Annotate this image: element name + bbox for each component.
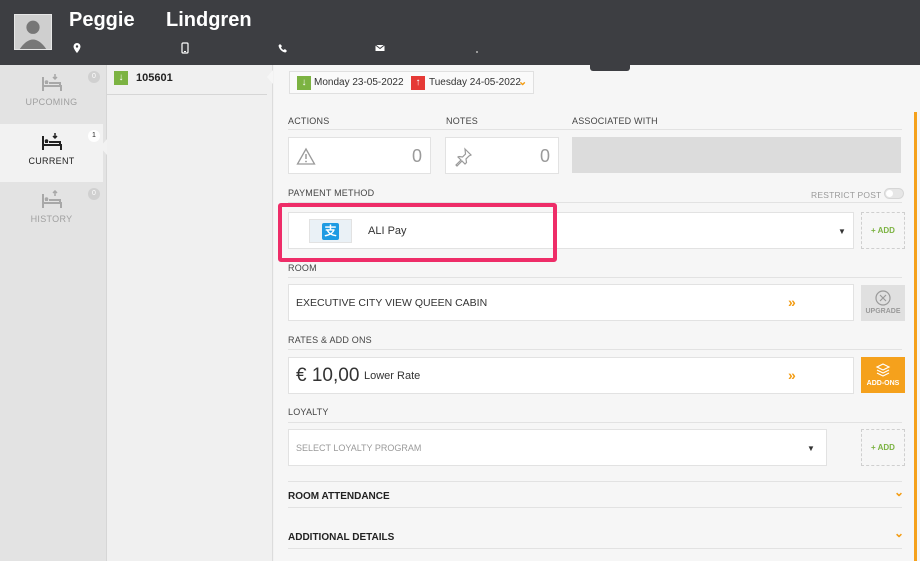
chevron-down-icon: ▼ — [807, 444, 815, 453]
reservation-active-pointer — [267, 70, 273, 84]
divider — [288, 422, 902, 423]
layers-icon — [875, 363, 891, 377]
divider — [288, 548, 902, 549]
rate-field[interactable]: € 10,00 Lower Rate » — [288, 357, 854, 394]
reservation-list: ↓ 105601 — [107, 65, 273, 561]
nav-history-label: HISTORY — [30, 214, 73, 224]
nav-current-count: 1 — [88, 130, 100, 142]
additional-details-section[interactable]: ADDITIONAL DETAILS — [288, 532, 394, 543]
pin-icon — [455, 147, 473, 167]
loyalty-label: LOYALTY — [288, 407, 329, 417]
divider — [288, 277, 902, 278]
loyalty-select[interactable]: SELECT LOYALTY PROGRAM ▼ — [288, 429, 827, 466]
actions-count: 0 — [411, 146, 422, 166]
additional-details-expand-icon[interactable]: ⌄ — [894, 526, 904, 540]
bed-history-icon — [42, 190, 62, 208]
warning-icon — [296, 147, 316, 165]
chevron-down-icon: ▼ — [838, 227, 846, 236]
arrival-arrow-icon: ↓ — [114, 71, 128, 85]
restrict-post-label: RESTRICT POST — [811, 190, 882, 200]
actions-label: ACTIONS — [288, 116, 330, 126]
notes-label: NOTES — [446, 116, 479, 126]
divider — [288, 481, 902, 482]
departure-date-icon: ↑ — [411, 76, 425, 90]
loyalty-placeholder: SELECT LOYALTY PROGRAM — [296, 443, 422, 453]
upgrade-button[interactable]: UPGRADE — [861, 285, 905, 321]
rate-name: Lower Rate — [364, 370, 421, 382]
header-dot — [476, 51, 478, 53]
nav-history-count: 0 — [88, 188, 100, 200]
avatar[interactable] — [14, 14, 52, 50]
payment-method-label: PAYMENT METHOD — [288, 188, 375, 198]
reservation-list-item[interactable]: ↓ 105601 — [107, 65, 267, 95]
nav-history[interactable]: HISTORY 0 — [0, 182, 103, 240]
reservation-number: 105601 — [136, 72, 173, 84]
room-attendance-expand-icon[interactable]: ⌄ — [894, 485, 904, 499]
notes-card[interactable]: 0 — [445, 137, 559, 174]
room-name: EXECUTIVE CITY VIEW QUEEN CABIN — [296, 297, 488, 309]
panel-handle[interactable] — [590, 65, 630, 71]
actions-card[interactable]: 0 — [288, 137, 431, 174]
arrival-date-icon: ↓ — [297, 76, 311, 90]
payment-highlight-box — [278, 203, 557, 262]
room-field[interactable]: EXECUTIVE CITY VIEW QUEEN CABIN » — [288, 284, 854, 321]
nav-upcoming-label: UPCOMING — [25, 97, 78, 107]
mobile-phone-icon — [181, 42, 189, 54]
rates-addons-label: RATES & ADD ONS — [288, 335, 372, 345]
cancel-circle-icon — [875, 290, 891, 306]
add-payment-button[interactable]: + ADD — [861, 212, 905, 249]
guest-first-name: Peggie — [69, 9, 135, 31]
notes-count: 0 — [539, 146, 550, 166]
reservation-details: ↓ Monday 23-05-2022 ↑ Tuesday 24-05-2022… — [274, 65, 920, 561]
departure-date: Tuesday 24-05-2022 — [429, 77, 521, 88]
upgrade-label: UPGRADE — [865, 308, 901, 315]
room-attendance-section[interactable]: ROOM ATTENDANCE — [288, 491, 390, 502]
email-icon — [375, 44, 385, 51]
associated-with-field[interactable] — [572, 137, 901, 173]
guest-last-name: Lindgren — [166, 9, 252, 31]
nav-current-label: CURRENT — [28, 156, 75, 166]
bed-upcoming-icon — [42, 74, 62, 91]
double-chevron-right-icon[interactable]: » — [788, 294, 796, 310]
stay-dates[interactable]: ↓ Monday 23-05-2022 ↑ Tuesday 24-05-2022… — [289, 71, 534, 94]
add-ons-label: ADD-ONS — [866, 380, 900, 387]
scrollbar[interactable] — [914, 112, 917, 561]
nav-upcoming-count: 0 — [88, 71, 100, 83]
nav-active-pointer — [100, 139, 107, 155]
room-label: ROOM — [288, 263, 317, 273]
divider — [288, 129, 902, 130]
nav-current[interactable]: CURRENT 1 — [0, 124, 103, 182]
stay-nav: UPCOMING 0 CURRENT 1 HISTORY 0 — [0, 65, 107, 561]
rate-amount: € 10,00 — [296, 365, 360, 386]
nav-upcoming[interactable]: UPCOMING 0 — [0, 65, 103, 123]
dates-expand-icon[interactable]: ⌄ — [518, 75, 527, 88]
associated-with-label: ASSOCIATED WITH — [572, 116, 658, 126]
bed-current-icon — [42, 133, 62, 150]
restrict-post-toggle[interactable] — [884, 188, 904, 199]
location-pin-icon — [73, 43, 81, 53]
divider — [288, 349, 902, 350]
divider — [288, 507, 902, 508]
arrival-date: Monday 23-05-2022 — [314, 77, 404, 88]
add-ons-button[interactable]: ADD-ONS — [861, 357, 905, 393]
double-chevron-right-icon[interactable]: » — [788, 367, 796, 383]
phone-icon — [278, 44, 287, 53]
guest-header: Peggie Lindgren — [0, 0, 920, 65]
add-loyalty-button[interactable]: + ADD — [861, 429, 905, 466]
